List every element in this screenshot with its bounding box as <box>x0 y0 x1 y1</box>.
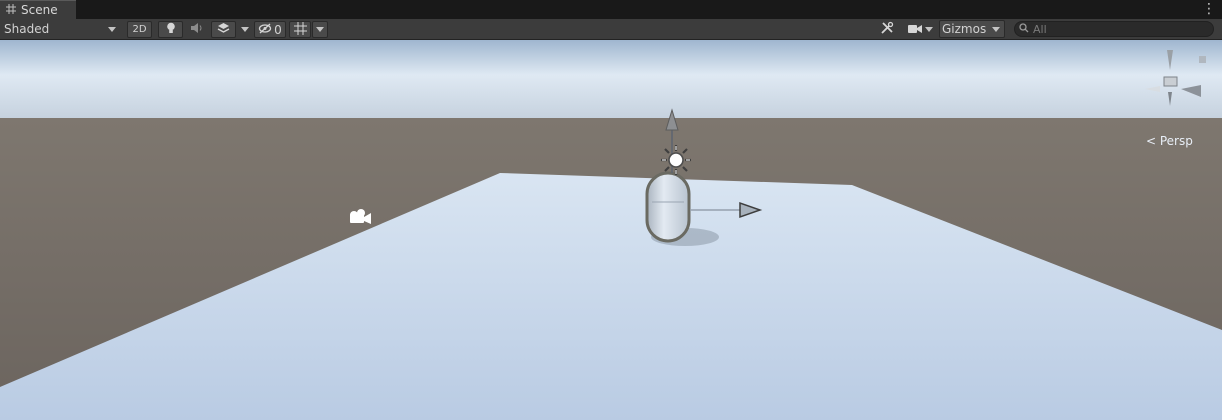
grid-menu-dropdown[interactable] <box>312 21 328 38</box>
hierarchy-search[interactable] <box>1014 21 1214 37</box>
chevron-down-icon <box>924 27 933 32</box>
more-options-icon[interactable]: ⋮ <box>1202 1 1216 17</box>
light-gizmo-icon[interactable] <box>661 145 691 175</box>
projection-toggle[interactable]: < Persp <box>1146 134 1193 148</box>
tab-bar: Scene ⋮ <box>0 0 1222 19</box>
chevron-down-icon <box>316 27 324 32</box>
tab-label: Scene <box>21 3 58 17</box>
layers-icon <box>217 22 230 37</box>
gizmos-dropdown[interactable]: Gizmos <box>939 20 1005 38</box>
scene-visibility-button[interactable]: 0 <box>254 21 286 38</box>
shading-mode-dropdown[interactable]: Shaded <box>4 20 120 38</box>
scene-viewport[interactable]: < Persp <box>0 40 1222 420</box>
chevron-down-icon <box>241 27 249 32</box>
tab-scene[interactable]: Scene <box>0 0 76 19</box>
2d-toggle-label: 2D <box>132 24 147 35</box>
gizmos-label: Gizmos <box>942 22 987 36</box>
camera-settings-button[interactable] <box>904 21 936 38</box>
speaker-icon <box>190 22 204 37</box>
hidden-count: 0 <box>274 22 282 37</box>
tools-icon <box>880 21 894 38</box>
camera-icon <box>907 23 922 37</box>
capsule-object[interactable] <box>645 171 691 243</box>
search-input[interactable] <box>1033 22 1203 36</box>
effects-toggle-button[interactable] <box>211 21 236 38</box>
audio-toggle-button[interactable] <box>186 21 208 38</box>
lighting-toggle-button[interactable] <box>158 21 183 38</box>
gizmo-center-cube[interactable] <box>1163 76 1178 87</box>
grid-snap-icon <box>293 21 307 38</box>
2d-toggle-button[interactable]: 2D <box>127 21 152 38</box>
effects-menu-dropdown[interactable] <box>238 21 252 38</box>
lightbulb-icon <box>166 22 176 37</box>
search-icon <box>1019 22 1029 36</box>
grid-icon <box>6 3 16 17</box>
shading-mode-value: Shaded <box>4 22 50 36</box>
scene-toolbar: Shaded 2D 0 Gizmos All <box>0 19 1222 40</box>
gizmo-lock-icon[interactable] <box>1199 56 1206 63</box>
hidden-eye-icon <box>258 23 272 37</box>
tools-button[interactable] <box>876 21 898 38</box>
chevron-down-icon <box>108 26 116 32</box>
scene-render <box>0 40 1222 420</box>
grid-toggle-button[interactable] <box>289 21 311 38</box>
chevron-down-icon <box>992 26 1000 32</box>
